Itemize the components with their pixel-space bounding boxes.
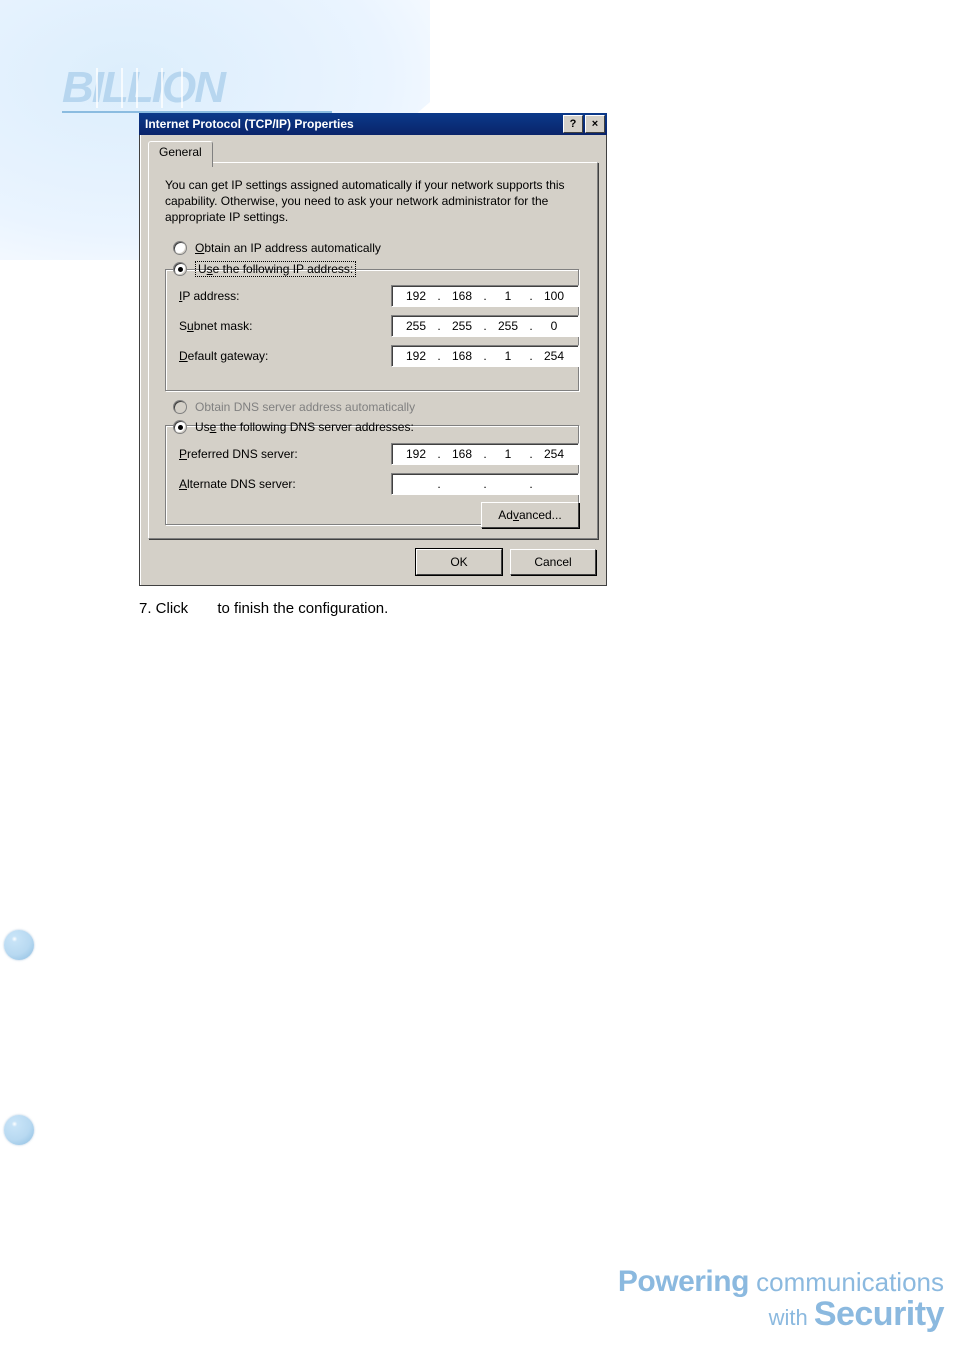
billion-logo: BILLION [62,62,332,119]
decorative-dot [4,930,34,960]
gateway-label: Default gateway: [165,349,268,363]
ip-octet[interactable]: 192 [397,447,435,461]
footer-tagline: Powering communications with Security [618,1266,944,1333]
ip-address-input[interactable]: 192. 168. 1. 100 [391,285,579,307]
ip-octet[interactable]: 254 [535,447,573,461]
decorative-dot [4,1115,34,1145]
alternate-dns-row: Alternate DNS server: . . . [165,473,579,495]
radio-label: Obtain an IP address automatically [195,241,381,255]
svg-text:BILLION: BILLION [62,63,227,112]
tagline-with: with [769,1305,814,1330]
ip-octet[interactable]: 0 [535,319,573,333]
subnet-mask-input[interactable]: 255. 255. 255. 0 [391,315,579,337]
dialog-title: Internet Protocol (TCP/IP) Properties [145,117,354,131]
tab-general[interactable]: General [148,141,213,167]
ip-octet[interactable]: 254 [535,349,573,363]
preferred-dns-row: Preferred DNS server: 192. 168. 1. 254 [165,443,579,465]
ip-address-label: IP address: [165,289,240,303]
alternate-dns-input[interactable]: . . . [391,473,579,495]
subnet-mask-label: Subnet mask: [165,319,252,333]
radio-obtain-ip-auto[interactable]: Obtain an IP address automatically [173,241,381,255]
gateway-input[interactable]: 192. 168. 1. 254 [391,345,579,367]
dialog-button-bar: OK Cancel [140,539,606,585]
ip-octet[interactable]: 255 [397,319,435,333]
ip-octet[interactable]: 192 [397,349,435,363]
ip-octet[interactable]: 1 [489,289,527,303]
help-button[interactable]: ? [563,115,583,133]
radio-label: Use the following DNS server addresses: [195,420,414,434]
tagline-security: Security [814,1295,944,1333]
dialog-body: General You can get IP settings assigned… [139,135,607,586]
ip-octet[interactable]: 255 [489,319,527,333]
step-suffix: to finish the configuration. [217,600,388,617]
ip-octet[interactable]: 100 [535,289,573,303]
ip-octet[interactable]: 1 [489,349,527,363]
description-text: You can get IP settings assigned automat… [165,177,579,226]
step-prefix: 7. Click [139,600,188,617]
tab-strip: General [148,141,598,163]
subnet-mask-row: Subnet mask: 255. 255. 255. 0 [165,315,579,337]
tagline-word-rest: communications [749,1267,944,1297]
ip-octet[interactable]: 192 [397,289,435,303]
alternate-dns-label: Alternate DNS server: [165,477,296,491]
instruction-step-7: 7. Click to finish the configuration. [139,600,388,617]
ip-octet[interactable]: 255 [443,319,481,333]
ip-octet[interactable]: 168 [443,447,481,461]
radio-use-following-ip[interactable]: Use the following IP address: [173,261,356,277]
ok-button[interactable]: OK [416,549,502,575]
ip-octet[interactable]: 168 [443,349,481,363]
preferred-dns-input[interactable]: 192. 168. 1. 254 [391,443,579,465]
radio-icon [173,241,187,255]
advanced-button[interactable]: Advanced... [481,502,579,528]
tab-page: You can get IP settings assigned automat… [148,162,598,539]
dialog-titlebar[interactable]: Internet Protocol (TCP/IP) Properties ? … [139,113,607,135]
preferred-dns-label: Preferred DNS server: [165,447,298,461]
tcpip-properties-dialog: Internet Protocol (TCP/IP) Properties ? … [139,113,607,585]
gateway-row: Default gateway: 192. 168. 1. 254 [165,345,579,367]
radio-icon [173,262,187,276]
ip-octet[interactable]: 1 [489,447,527,461]
cancel-button[interactable]: Cancel [510,549,596,575]
ip-address-row: IP address: 192. 168. 1. 100 [165,285,579,307]
tagline-word-strong: Powering [618,1265,749,1298]
ip-octet[interactable]: 168 [443,289,481,303]
close-button[interactable]: × [585,115,605,133]
radio-label: Use the following IP address: [195,261,356,277]
radio-icon [173,400,187,414]
radio-icon [173,420,187,434]
radio-label: Obtain DNS server address automatically [195,400,415,414]
radio-obtain-dns-auto: Obtain DNS server address automatically [173,400,415,414]
radio-use-following-dns[interactable]: Use the following DNS server addresses: [173,420,414,434]
